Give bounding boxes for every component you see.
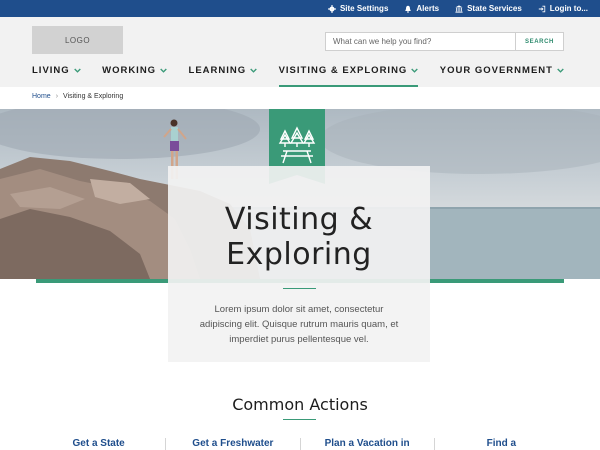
- page-title-line1: Visiting &: [224, 202, 374, 237]
- common-actions-list: Get a State Get a Freshwater Plan a Vaca…: [32, 438, 568, 450]
- login-link[interactable]: Login to...: [538, 4, 588, 13]
- site-settings-link[interactable]: Site Settings: [327, 4, 389, 13]
- alerts-label: Alerts: [416, 4, 440, 13]
- state-services-link[interactable]: State Services: [455, 4, 522, 13]
- breadcrumb-home-link[interactable]: Home: [32, 93, 51, 100]
- search-box: SEARCH: [325, 32, 564, 51]
- bell-icon: [405, 5, 412, 13]
- common-actions-title: Common Actions: [232, 395, 368, 414]
- alerts-link[interactable]: Alerts: [404, 4, 439, 13]
- common-action-link[interactable]: Get a State: [32, 438, 165, 450]
- nav-item-label: LIVING: [32, 65, 70, 76]
- nav-item-learning[interactable]: LEARNING: [189, 65, 258, 87]
- nav-item-your-government[interactable]: YOUR GOVERNMENT: [440, 65, 564, 87]
- main-nav: LIVING WORKING LEARNING VISITING & EXPLO…: [32, 65, 564, 87]
- common-action-link[interactable]: Find a: [433, 438, 568, 450]
- page-description: Lorem ipsum dolor sit amet, consectetur …: [199, 304, 399, 345]
- common-action-link[interactable]: Plan a Vacation in: [299, 438, 434, 450]
- search-input[interactable]: [326, 33, 515, 50]
- chevron-down-icon: [250, 68, 257, 73]
- nav-item-visiting-exploring[interactable]: VISITING & EXPLORING: [278, 65, 419, 87]
- site-settings-label: Site Settings: [339, 4, 389, 13]
- breadcrumb: Home › Visiting & Exploring: [32, 93, 123, 100]
- site-header: LOGO SEARCH LIVING WORKING LEARNING VISI…: [0, 17, 600, 87]
- common-actions-divider: [283, 419, 316, 420]
- utility-bar: Site Settings Alerts State Services Logi…: [0, 0, 600, 17]
- search-button[interactable]: SEARCH: [515, 33, 563, 50]
- hero-card: Visiting & Exploring Lorem ipsum dolor s…: [168, 166, 430, 362]
- gear-icon: [327, 4, 336, 13]
- chevron-down-icon: [557, 68, 564, 73]
- common-action-link[interactable]: Get a Freshwater: [165, 438, 299, 450]
- nav-item-label: YOUR GOVERNMENT: [439, 65, 553, 76]
- state-services-label: State Services: [467, 4, 522, 13]
- site-logo[interactable]: LOGO: [32, 26, 123, 54]
- page-title: Visiting & Exploring: [168, 202, 430, 272]
- chevron-down-icon: [160, 68, 167, 73]
- nav-item-living[interactable]: LIVING: [32, 65, 81, 87]
- search-button-label: SEARCH: [525, 38, 554, 45]
- chevron-down-icon: [411, 68, 419, 73]
- login-icon: [538, 5, 545, 12]
- breadcrumb-current: Visiting & Exploring: [63, 93, 124, 100]
- nav-item-working[interactable]: WORKING: [102, 65, 167, 87]
- chevron-down-icon: [73, 68, 81, 73]
- title-divider: [283, 288, 316, 289]
- nav-item-label: LEARNING: [188, 65, 247, 76]
- login-label: Login to...: [549, 4, 588, 13]
- nav-item-label: VISITING & EXPLORING: [278, 65, 408, 76]
- nav-item-label: WORKING: [102, 65, 157, 76]
- building-icon: [455, 4, 463, 13]
- page-title-line2: Exploring: [226, 237, 372, 272]
- breadcrumb-separator: ›: [55, 93, 59, 100]
